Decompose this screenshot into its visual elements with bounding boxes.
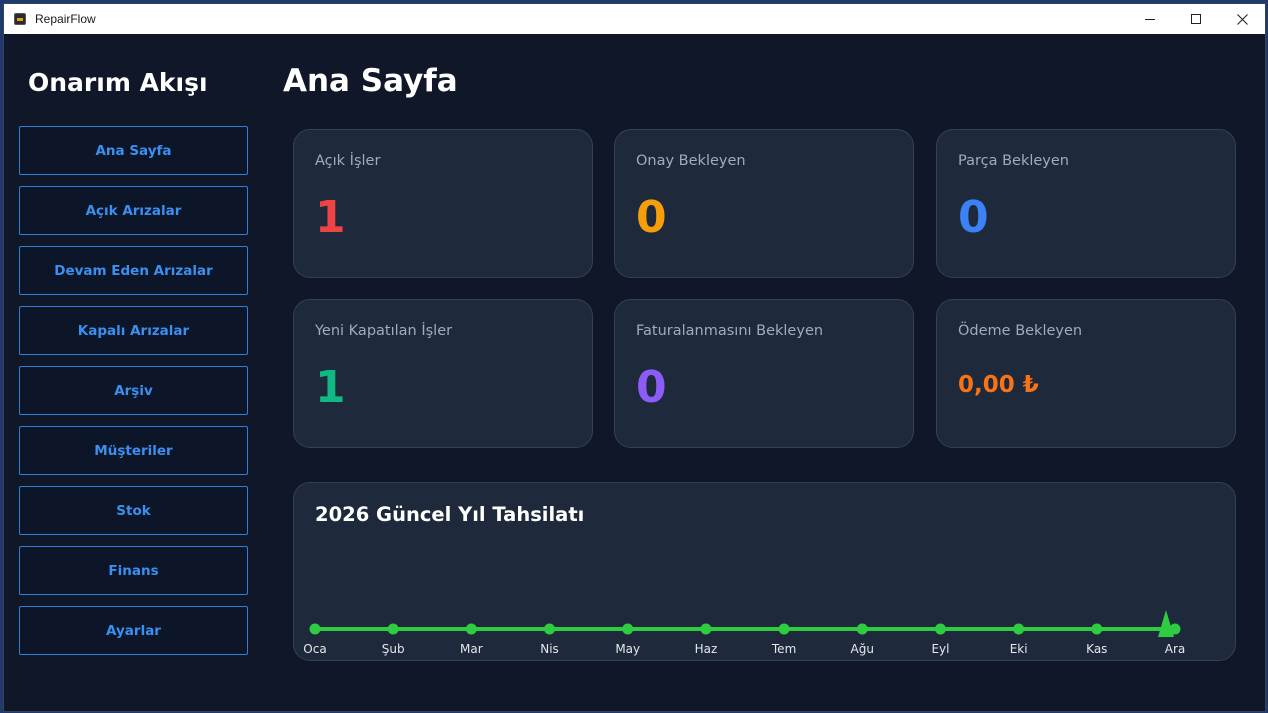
stat-card-label: Ödeme Bekleyen (958, 323, 1083, 339)
stat-card-value: 0 (958, 192, 989, 243)
stat-card-label: Yeni Kapatılan İşler (315, 323, 453, 339)
stat-card-value: 1 (315, 192, 346, 243)
maximize-icon (1190, 13, 1201, 24)
sidebar: Onarım Akışı Ana Sayfa Açık Arızalar Dev… (4, 34, 262, 713)
page-title: Ana Sayfa (283, 63, 458, 99)
main-content: Ana Sayfa Açık İşler 1 Onay Bekleyen 0 P… (262, 34, 1267, 713)
x-tick-label: Haz (695, 642, 718, 656)
maximize-button[interactable] (1173, 4, 1219, 34)
data-point[interactable] (856, 623, 868, 635)
data-point[interactable] (309, 623, 321, 635)
stat-card-label: Açık İşler (315, 153, 381, 169)
nav-button-acik-arizalar[interactable]: Açık Arızalar (19, 186, 248, 235)
stat-card-label: Onay Bekleyen (636, 153, 746, 169)
stat-card-value: 1 (315, 362, 346, 413)
stat-card-odeme-bekleyen: Ödeme Bekleyen 0,00 ₺ (936, 299, 1236, 448)
x-tick-label: Ağu (851, 642, 874, 656)
series-end-marker (1158, 610, 1174, 637)
x-tick-label: Eki (1010, 642, 1028, 656)
close-button[interactable] (1219, 4, 1265, 34)
nav-button-ana-sayfa[interactable]: Ana Sayfa (19, 126, 248, 175)
nav-button-finans[interactable]: Finans (19, 546, 248, 595)
data-point[interactable] (387, 623, 399, 635)
data-point[interactable] (622, 623, 634, 635)
x-tick-label: Mar (460, 642, 483, 656)
stat-card-onay-bekleyen: Onay Bekleyen 0 (614, 129, 914, 278)
app-window: RepairFlow Onarım Akışı Ana Sayfa Açık A… (3, 3, 1266, 712)
data-point[interactable] (544, 623, 556, 635)
close-icon (1236, 13, 1248, 25)
stat-card-value: 0 (636, 362, 667, 413)
revenue-line-chart: Oca Şub Mar Nis May Haz Tem Ağu Eyl Eki Kas Ara (303, 610, 1186, 656)
data-point[interactable] (465, 623, 477, 635)
app-icon (14, 13, 26, 25)
stat-card-value: 0,00 ₺ (958, 372, 1039, 398)
minimize-icon (1144, 18, 1155, 20)
x-tick-label: Kas (1086, 642, 1107, 656)
data-point[interactable] (1013, 623, 1025, 635)
revenue-chart-card: 2026 Güncel Yıl Tahsilatı Oca Şub Mar Nis Ma… (293, 482, 1236, 661)
stat-card-faturalanmasini-bekleyen: Faturalanmasını Bekleyen 0 (614, 299, 914, 448)
nav-button-devam-eden-arizalar[interactable]: Devam Eden Arızalar (19, 246, 248, 295)
window-title: RepairFlow (35, 12, 96, 26)
nav-button-musteriler[interactable]: Müşteriler (19, 426, 248, 475)
x-tick-label: Şub (382, 642, 405, 656)
data-point[interactable] (778, 623, 790, 635)
title-bar: RepairFlow (4, 4, 1265, 34)
nav-button-kapali-arizalar[interactable]: Kapalı Arızalar (19, 306, 248, 355)
minimize-button[interactable] (1127, 4, 1173, 34)
x-tick-label: Nis (540, 642, 559, 656)
stat-card-label: Parça Bekleyen (958, 153, 1069, 169)
stat-card-label: Faturalanmasını Bekleyen (636, 323, 824, 339)
stat-card-yeni-kapatilan: Yeni Kapatılan İşler 1 (293, 299, 593, 448)
stat-card-acik-isler: Açık İşler 1 (293, 129, 593, 278)
x-tick-label: May (615, 642, 640, 656)
stat-card-parca-bekleyen: Parça Bekleyen 0 (936, 129, 1236, 278)
nav-button-arsiv[interactable]: Arşiv (19, 366, 248, 415)
x-tick-label: Oca (303, 642, 326, 656)
brand-title: Onarım Akışı (28, 68, 208, 97)
nav-button-stok[interactable]: Stok (19, 486, 248, 535)
data-point[interactable] (700, 623, 712, 635)
x-tick-label: Tem (771, 642, 796, 656)
x-tick-label: Eyl (931, 642, 949, 656)
nav-button-ayarlar[interactable]: Ayarlar (19, 606, 248, 655)
stat-card-value: 0 (636, 192, 667, 243)
data-point[interactable] (1091, 623, 1103, 635)
data-point[interactable] (934, 623, 946, 635)
x-tick-label: Ara (1165, 642, 1186, 656)
